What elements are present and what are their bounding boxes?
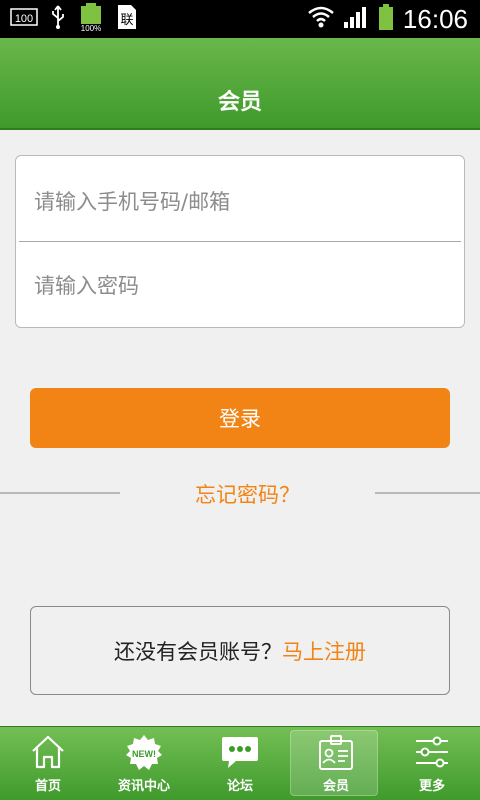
- status-bar-left: 100 100% 联: [10, 2, 138, 36]
- form-divider: [19, 241, 461, 242]
- home-icon: [0, 733, 96, 773]
- status-bar-right: 16:06: [307, 2, 468, 36]
- svg-text:100%: 100%: [81, 24, 101, 32]
- battery-full-small-icon: 100%: [78, 2, 104, 36]
- tab-member[interactable]: 会员: [288, 727, 384, 800]
- usb-icon: [50, 4, 66, 34]
- password-input[interactable]: [34, 266, 454, 306]
- tab-home[interactable]: 首页: [0, 727, 96, 800]
- app-header: 会员: [0, 38, 480, 130]
- login-button-label: 登录: [219, 407, 261, 431]
- tab-news-label: 资讯中心: [117, 779, 170, 794]
- register-box: 还没有会员账号？ 马上注册: [30, 606, 450, 695]
- wifi-icon: [307, 4, 335, 34]
- divider-right: [375, 492, 480, 494]
- tab-more[interactable]: 更多: [384, 727, 480, 800]
- svg-text:NEW!: NEW!: [132, 749, 156, 759]
- login-button[interactable]: 登录: [30, 388, 450, 448]
- forgot-password-link[interactable]: 忘记密码？: [120, 479, 375, 509]
- tab-home-label: 首页: [34, 779, 61, 794]
- svg-text:100: 100: [15, 13, 33, 25]
- sliders-icon: [384, 733, 480, 773]
- svg-text:联: 联: [120, 13, 133, 28]
- tab-more-label: 更多: [418, 779, 445, 794]
- signal-icon: [343, 5, 369, 33]
- tab-member-label: 会员: [322, 779, 349, 794]
- chat-bubble-icon: [192, 733, 288, 773]
- status-bar: 100 100% 联 16:06: [0, 0, 480, 38]
- usb-debug-100-icon: 100: [10, 7, 38, 31]
- battery-icon: [377, 3, 395, 35]
- sim-card-icon: 联: [116, 4, 138, 34]
- bottom-tab-bar: 首页 NEW! 资讯中心 论坛 会员 更多: [0, 726, 480, 800]
- register-prompt: 还没有会员账号？: [114, 639, 282, 664]
- register-link[interactable]: 马上注册: [282, 636, 366, 666]
- member-card-icon: [288, 733, 384, 773]
- page-title: 会员: [217, 90, 262, 115]
- divider-left: [0, 492, 120, 494]
- tab-forum-label: 论坛: [226, 779, 253, 794]
- news-badge-icon: NEW!: [96, 733, 192, 773]
- status-bar-clock: 16:06: [402, 3, 468, 34]
- login-form: [15, 155, 465, 328]
- phone-email-input[interactable]: [34, 182, 454, 222]
- tab-forum[interactable]: 论坛: [192, 727, 288, 800]
- tab-news[interactable]: NEW! 资讯中心: [96, 727, 192, 800]
